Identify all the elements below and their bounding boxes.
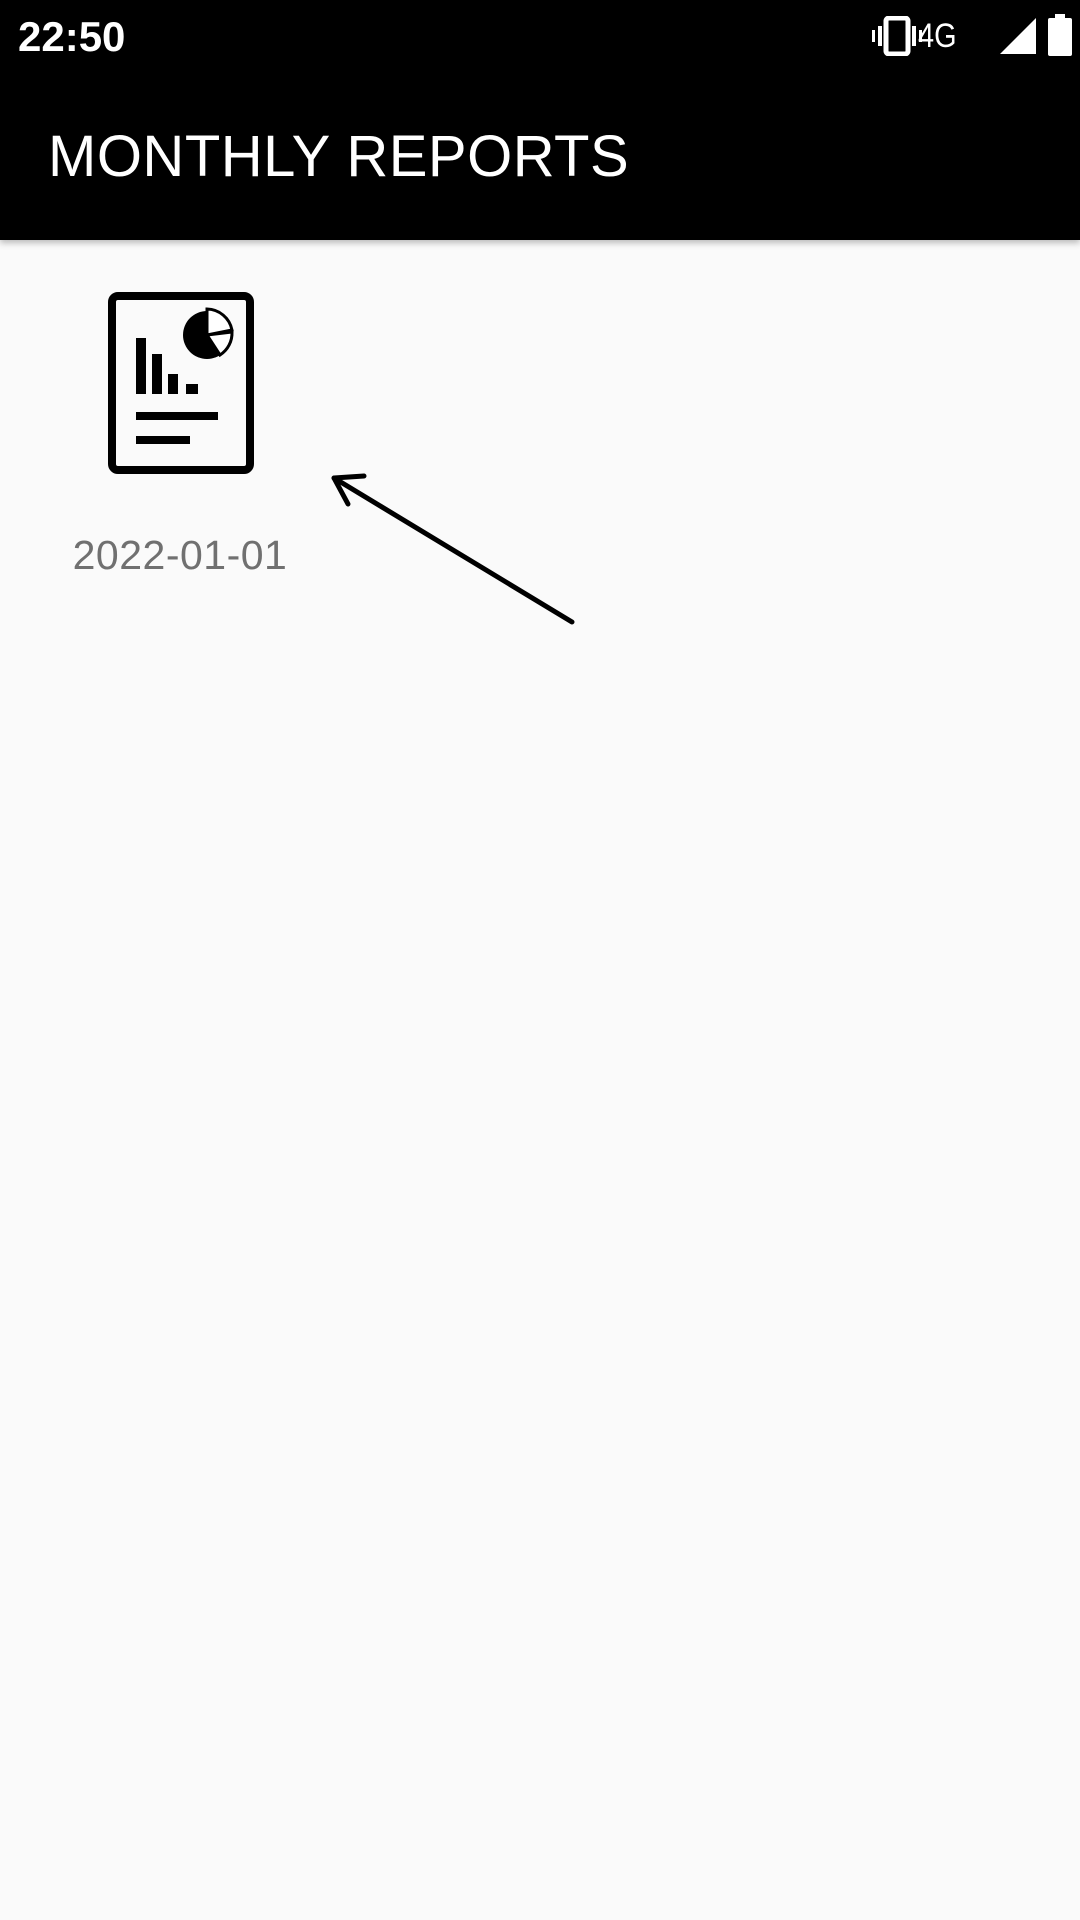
status-time: 22:50 — [18, 13, 126, 60]
network-type-label: 4G — [918, 17, 957, 55]
vibrate-icon — [872, 16, 922, 56]
report-date-label: 2022-01-01 — [72, 532, 288, 578]
status-icons: 4G — [860, 0, 1080, 74]
battery-icon — [1048, 14, 1072, 56]
annotation-arrow — [331, 473, 575, 625]
app-title: MONTHLY REPORTS — [48, 124, 630, 189]
report-grid: 2022-01-01 — [0, 240, 1080, 1920]
signal-icon — [1000, 18, 1036, 54]
app-bar: MONTHLY REPORTS — [0, 74, 1080, 240]
status-bar: 22:50 4G — [0, 0, 1080, 74]
report-item[interactable]: 2022-01-01 — [50, 292, 310, 592]
report-document-icon — [108, 292, 254, 474]
